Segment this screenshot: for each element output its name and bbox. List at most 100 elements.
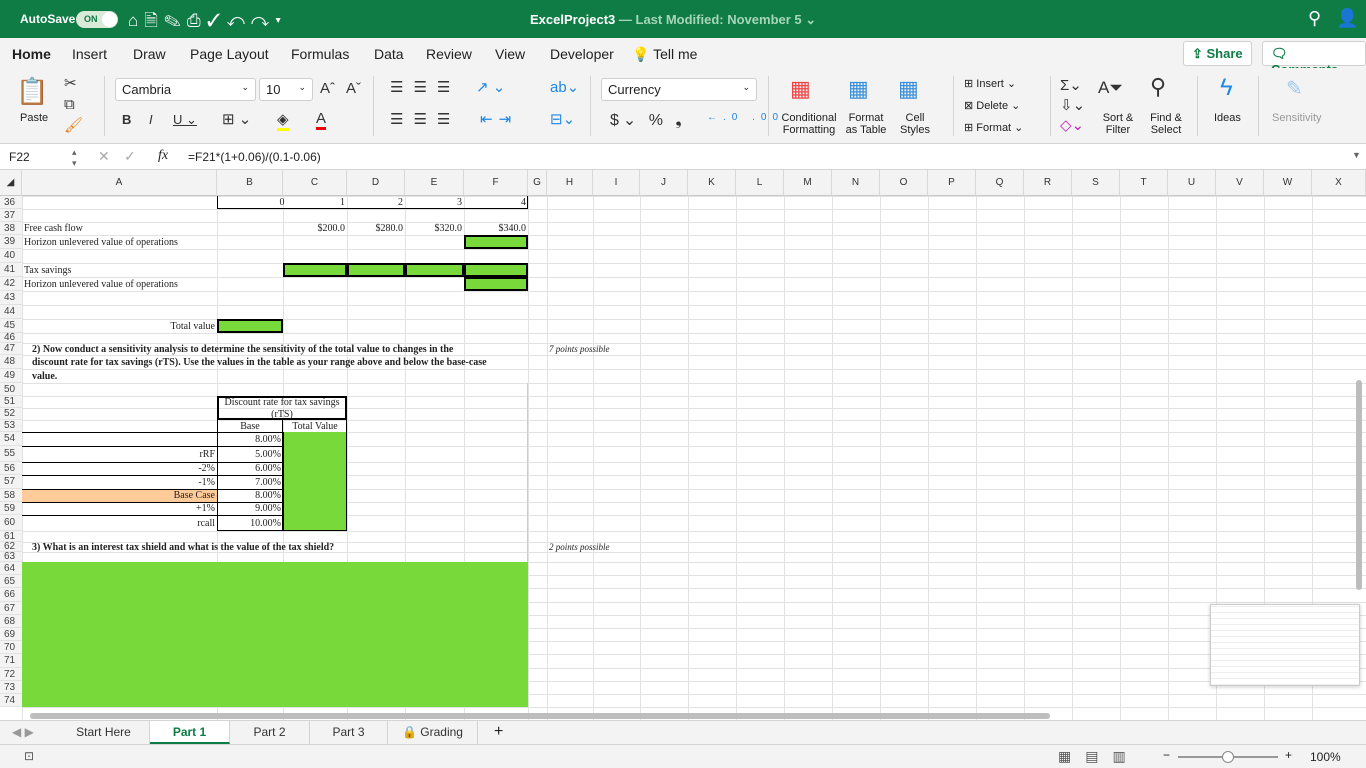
copy-icon[interactable]: ⧉ xyxy=(64,96,75,113)
cell-A45[interactable]: Total value xyxy=(22,319,217,333)
sort-filter-button[interactable]: Sort & Filter xyxy=(1098,112,1138,136)
vertical-align-icons[interactable]: ☰☰☰ xyxy=(390,78,460,96)
enter-icon[interactable]: ✓ xyxy=(124,148,136,165)
comments-button[interactable]: 🗨 Comments xyxy=(1262,41,1366,77)
row-header[interactable]: 51 xyxy=(0,396,22,408)
column-header-A[interactable]: A xyxy=(22,170,217,196)
row-header[interactable]: 41 xyxy=(0,263,22,277)
cell-C36[interactable]: 1 xyxy=(283,196,347,209)
row-header[interactable]: 44 xyxy=(0,305,22,319)
column-header-N[interactable]: N xyxy=(832,170,880,196)
font-name-dropdown[interactable]: Cambria ⌄ xyxy=(115,78,256,101)
horizontal-align-icons[interactable]: ☰☰☰ xyxy=(390,110,460,128)
row-header[interactable]: 67 xyxy=(0,601,22,615)
number-format-dropdown[interactable]: Currency ⌄ xyxy=(601,78,757,101)
row-header[interactable]: 66 xyxy=(0,588,22,602)
column-header-U[interactable]: U xyxy=(1168,170,1216,196)
cell-H47[interactable]: 7 points possible xyxy=(547,343,1147,355)
row-header[interactable]: 42 xyxy=(0,277,22,291)
bold-icon[interactable]: B xyxy=(122,112,131,127)
row-header[interactable]: 58 xyxy=(0,489,22,502)
sheet-tab-grading[interactable]: 🔒 Grading xyxy=(388,721,478,744)
tab-developer[interactable]: Developer xyxy=(550,46,614,62)
horizontal-scrollbar[interactable] xyxy=(30,713,1050,719)
font-color-icon[interactable]: A xyxy=(316,110,327,130)
zoom-out-button[interactable]: − xyxy=(1163,748,1170,762)
column-header-L[interactable]: L xyxy=(736,170,784,196)
row-header[interactable]: 63 xyxy=(0,552,22,562)
zoom-slider-thumb[interactable] xyxy=(1222,751,1234,763)
column-header-K[interactable]: K xyxy=(688,170,736,196)
row-header[interactable]: 36 xyxy=(0,196,22,209)
increase-font-icon[interactable]: Aˆ xyxy=(320,80,335,97)
row-header[interactable]: 72 xyxy=(0,667,22,681)
cell-D38[interactable]: $280.0 xyxy=(347,222,405,235)
cell-F36[interactable]: 4 xyxy=(464,196,528,209)
answer-box-q3[interactable] xyxy=(22,562,528,708)
zoom-slider[interactable] xyxy=(1178,751,1278,763)
formula-input[interactable]: =F21*(1+0.06)/(0.1-0.06) xyxy=(188,150,321,164)
row-header[interactable]: 38 xyxy=(0,222,22,235)
find-select-button[interactable]: Find & Select xyxy=(1146,112,1186,136)
wrap-text-icon[interactable]: ab⌄ xyxy=(550,78,579,96)
column-header-C[interactable]: C xyxy=(283,170,347,196)
cell-B55[interactable]: 5.00% xyxy=(217,446,283,462)
cell-A39[interactable]: Horizon unlevered value of operations xyxy=(22,235,622,249)
column-header-S[interactable]: S xyxy=(1072,170,1120,196)
sheet-tab-part-2[interactable]: Part 2 xyxy=(230,721,310,744)
column-header-H[interactable]: H xyxy=(547,170,593,196)
document-title[interactable]: ExcelProject3 — Last Modified: November … xyxy=(530,12,816,28)
cell-B58[interactable]: 8.00% xyxy=(217,489,283,502)
column-header-G[interactable]: G xyxy=(528,170,547,196)
row-header[interactable]: 45 xyxy=(0,319,22,333)
indent-icons[interactable]: ⇤⇥ xyxy=(480,110,517,128)
row-header[interactable]: 65 xyxy=(0,575,22,589)
column-header-R[interactable]: R xyxy=(1024,170,1072,196)
cell-A57[interactable]: -1% xyxy=(22,475,217,489)
row-header[interactable]: 60 xyxy=(0,515,22,531)
column-header-F[interactable]: F xyxy=(464,170,528,196)
row-header[interactable]: 68 xyxy=(0,614,22,628)
borders-icon[interactable]: ⊞ ⌄ xyxy=(222,110,251,128)
tab-formulas[interactable]: Formulas xyxy=(291,46,349,62)
cell-C38[interactable]: $200.0 xyxy=(283,222,347,235)
cell-B60[interactable]: 10.00% xyxy=(217,515,283,531)
format-as-table-button[interactable]: Format as Table xyxy=(842,112,890,136)
column-header-B[interactable]: B xyxy=(217,170,283,196)
cell-H62[interactable]: 2 points possible xyxy=(547,542,1147,552)
row-header[interactable]: 48 xyxy=(0,355,22,369)
row-header[interactable]: 59 xyxy=(0,502,22,515)
quick-access-toolbar[interactable]: ⌂🗎✎⎙✓↶↷▾ xyxy=(128,8,287,37)
share-button[interactable]: ⇪ Share xyxy=(1183,41,1252,66)
ideas-button[interactable]: Ideas xyxy=(1214,112,1241,124)
macro-record-icon[interactable]: ⊡ xyxy=(24,749,34,763)
tab-home[interactable]: Home xyxy=(12,46,51,71)
merge-center-icon[interactable]: ⊟⌄ xyxy=(550,110,575,128)
accounting-format-icons[interactable]: $⌄ % ❟ xyxy=(610,110,686,130)
paste-label[interactable]: Paste xyxy=(20,112,48,124)
column-header-Q[interactable]: Q xyxy=(976,170,1024,196)
cell-A62[interactable]: 3) What is an interest tax shield and wh… xyxy=(22,542,622,553)
decrease-font-icon[interactable]: Aˇ xyxy=(346,80,361,97)
decimal-icons[interactable]: ←.0 .00 xyxy=(707,112,784,123)
cancel-icon[interactable]: ✕ xyxy=(98,148,110,165)
column-header-P[interactable]: P xyxy=(928,170,976,196)
cell-A60[interactable]: rcall xyxy=(22,515,217,531)
fill-icon[interactable]: ⇩⌄ xyxy=(1060,96,1085,114)
column-header-W[interactable]: W xyxy=(1264,170,1312,196)
cell-A42[interactable]: Horizon unlevered value of operations xyxy=(22,277,622,291)
column-header-D[interactable]: D xyxy=(347,170,405,196)
expand-formula-icon[interactable]: ▼ xyxy=(1352,150,1361,160)
cut-icon[interactable]: ✂ xyxy=(64,74,77,92)
clear-icon[interactable]: ◇⌄ xyxy=(1060,116,1084,134)
orientation-icon[interactable]: ↗ ⌄ xyxy=(476,78,505,96)
column-header-X[interactable]: X xyxy=(1312,170,1366,196)
row-header[interactable]: 47 xyxy=(0,343,22,355)
fill-color-icon[interactable]: ◈ xyxy=(277,110,289,131)
format-as-table-icon[interactable]: ▦ xyxy=(848,76,869,102)
cell-styles-button[interactable]: Cell Styles xyxy=(896,112,934,136)
column-header-J[interactable]: J xyxy=(640,170,688,196)
vertical-scrollbar[interactable] xyxy=(1356,380,1362,590)
column-header-E[interactable]: E xyxy=(405,170,464,196)
row-header[interactable]: 57 xyxy=(0,475,22,489)
